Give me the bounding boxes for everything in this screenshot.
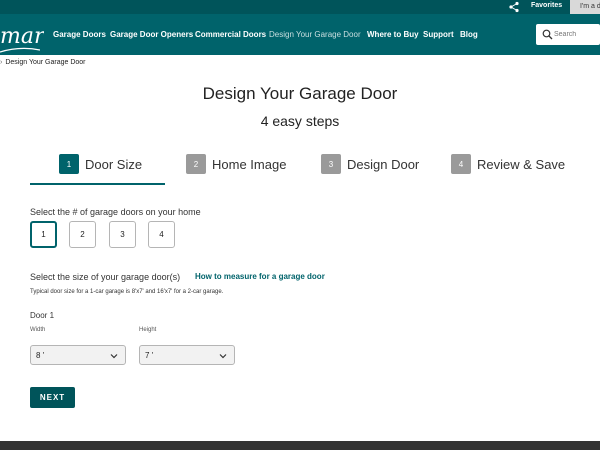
step-number: 3 — [321, 154, 341, 174]
nav-where-to-buy[interactable]: Where to Buy — [367, 30, 419, 39]
step-review-save[interactable]: 4 Review & Save — [451, 154, 565, 174]
door-size-label: Select the size of your garage door(s) — [30, 272, 181, 282]
door-1-label: Door 1 — [30, 311, 55, 320]
width-label: Width — [30, 327, 46, 333]
step-label: Review & Save — [477, 156, 566, 172]
door-size-hint: Typical door size for a 1-car garage is … — [30, 289, 224, 295]
main-nav: marr Garage Doors Garage Door Openers Co… — [0, 14, 600, 55]
active-step-indicator — [30, 183, 165, 185]
utility-bar: Favorites I'm a d — [0, 0, 600, 14]
step-number: 1 — [59, 154, 79, 174]
chevron-down-icon — [219, 354, 227, 359]
step-number: 2 — [186, 154, 206, 174]
width-value: 8 ' — [36, 351, 45, 360]
nav-garage-door-openers[interactable]: Garage Door Openers — [110, 30, 193, 39]
height-select[interactable]: 7 ' — [139, 345, 235, 365]
page-title: Design Your Garage Door — [202, 84, 398, 103]
step-design-door[interactable]: 3 Design Door — [321, 154, 419, 174]
logo-swoosh-icon — [0, 47, 40, 53]
width-select[interactable]: 8 ' — [30, 345, 126, 365]
step-label: Home Image — [212, 156, 287, 172]
height-value: 7 ' — [145, 351, 154, 360]
footer-bar — [0, 441, 600, 450]
step-label: Design Door — [347, 156, 420, 172]
next-button[interactable]: NEXT — [30, 387, 75, 408]
step-label: Door Size — [85, 156, 143, 172]
chevron-down-icon — [110, 354, 118, 359]
nav-design-your-garage-door[interactable]: Design Your Garage Door — [269, 30, 361, 39]
height-label: Height — [139, 327, 157, 333]
brand-logo[interactable]: marr — [0, 24, 44, 49]
search-input[interactable] — [554, 28, 598, 41]
dealer-tab[interactable]: I'm a d — [570, 0, 600, 14]
step-door-size[interactable]: 1 Door Size — [59, 154, 142, 174]
search-icon[interactable] — [542, 29, 553, 40]
door-count-2-button[interactable]: 2 — [69, 221, 96, 248]
page-subtitle: 4 easy steps — [260, 113, 340, 129]
breadcrumb-current: Design Your Garage Door — [5, 59, 86, 66]
step-number: 4 — [451, 154, 471, 174]
nav-commercial-doors[interactable]: Commercial Doors — [195, 30, 266, 39]
breadcrumb-separator-icon: › — [0, 59, 3, 66]
search-box[interactable] — [536, 24, 600, 45]
nav-garage-doors[interactable]: Garage Doors — [53, 30, 106, 39]
door-count-1-button[interactable]: 1 — [30, 221, 57, 248]
door-count-3-button[interactable]: 3 — [109, 221, 136, 248]
nav-blog[interactable]: Blog — [460, 30, 478, 39]
measure-guide-link[interactable]: How to measure for a garage door — [195, 272, 325, 281]
share-icon[interactable] — [508, 1, 520, 13]
door-count-label: Select the # of garage doors on your hom… — [30, 207, 201, 217]
step-home-image[interactable]: 2 Home Image — [186, 154, 286, 174]
breadcrumb: › Design Your Garage Door — [0, 59, 86, 66]
nav-support[interactable]: Support — [423, 30, 454, 39]
door-count-4-button[interactable]: 4 — [148, 221, 175, 248]
favorites-link[interactable]: Favorites — [531, 2, 562, 9]
